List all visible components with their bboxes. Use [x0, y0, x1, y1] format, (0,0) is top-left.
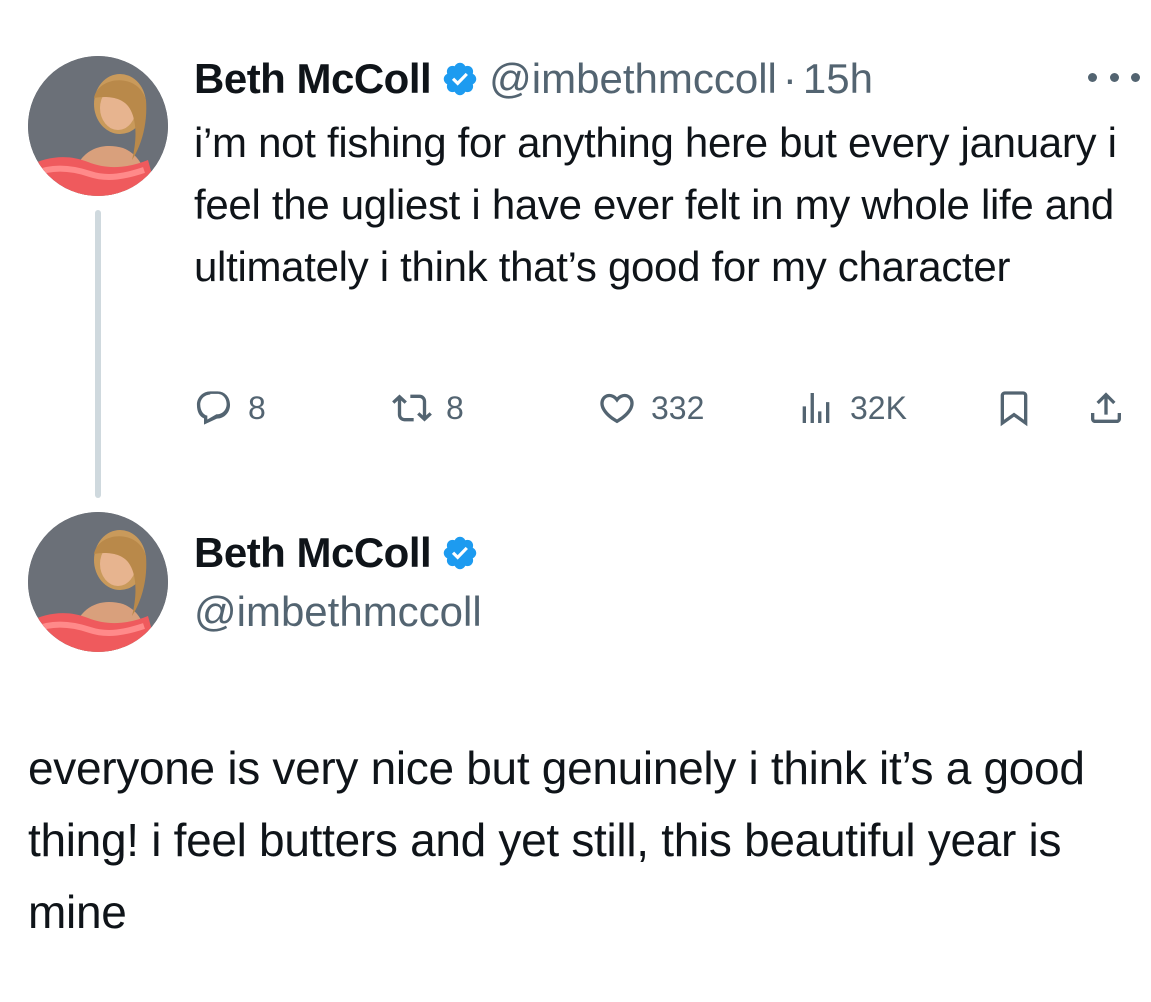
avatar[interactable]: [28, 56, 168, 196]
bookmark-button[interactable]: [994, 383, 1034, 433]
timestamp[interactable]: 15h: [803, 55, 873, 103]
thread-line: [95, 210, 101, 498]
more-icon[interactable]: [1088, 64, 1140, 90]
views-count: 32K: [850, 389, 907, 426]
tweet-actions: 8 8 332 32K: [194, 383, 1144, 433]
retweet-icon: [392, 388, 432, 428]
avatar[interactable]: [28, 512, 168, 652]
views-icon: [796, 388, 836, 428]
verified-badge-icon: [441, 60, 479, 98]
author-handle[interactable]: @imbethmccoll: [194, 588, 482, 636]
bookmark-icon: [994, 388, 1034, 428]
tweet-header: Beth McColl @imbethmccoll · 15h: [194, 52, 873, 106]
author-name[interactable]: Beth McColl: [194, 55, 432, 103]
like-icon: [597, 388, 637, 428]
reply-text: everyone is very nice but genuinely i th…: [28, 742, 1085, 938]
tweet-text: i’m not fishing for anything here but ev…: [194, 119, 1117, 290]
separator: ·: [782, 55, 797, 102]
like-count: 332: [651, 389, 705, 426]
like-button[interactable]: 332: [597, 383, 704, 433]
reply-header: Beth McColl: [194, 526, 489, 580]
share-icon: [1086, 388, 1126, 428]
views-button[interactable]: 32K: [796, 383, 907, 433]
reply-icon: [194, 388, 234, 428]
author-name[interactable]: Beth McColl: [194, 529, 432, 577]
verified-badge-icon: [441, 534, 479, 572]
reply-count: 8: [248, 389, 266, 426]
more-dot: [1088, 72, 1097, 82]
more-dot: [1109, 72, 1119, 82]
author-handle[interactable]: @imbethmccoll: [489, 55, 777, 103]
share-button[interactable]: [1086, 383, 1126, 433]
reply-button[interactable]: 8: [194, 383, 266, 433]
retweet-count: 8: [446, 389, 464, 426]
retweet-button[interactable]: 8: [392, 383, 464, 433]
more-dot: [1131, 72, 1140, 82]
